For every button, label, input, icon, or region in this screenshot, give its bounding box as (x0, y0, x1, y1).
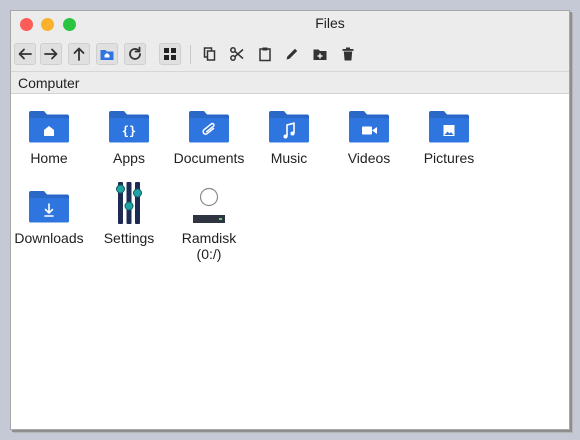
settings-sliders-icon (116, 182, 142, 224)
item-label: Music (270, 150, 308, 166)
item-apps[interactable]: {} Apps (90, 105, 168, 166)
scissors-icon (230, 47, 244, 61)
home-folder-icon (100, 50, 114, 60)
item-pictures[interactable]: Pictures (410, 105, 488, 166)
folder-plus-icon (313, 49, 327, 60)
item-documents[interactable]: Documents (170, 105, 248, 166)
rename-button[interactable] (281, 43, 303, 65)
item-videos[interactable]: Videos (330, 105, 408, 166)
item-label: Apps (113, 150, 145, 166)
item-music[interactable]: Music (250, 105, 328, 166)
documents-folder-icon (189, 111, 229, 143)
copy-icon (203, 47, 216, 61)
view-mode-button[interactable] (159, 43, 181, 65)
delete-button[interactable] (337, 43, 359, 65)
item-label: Videos (347, 150, 391, 166)
item-label: Ramdisk (0:/) (181, 230, 237, 262)
back-button[interactable] (14, 43, 36, 65)
drive-icon (193, 184, 225, 224)
copy-button[interactable] (199, 43, 221, 65)
cut-button[interactable] (226, 43, 248, 65)
home-button[interactable] (96, 43, 118, 65)
grid-view-icon (164, 48, 176, 60)
item-ramdisk[interactable]: Ramdisk (0:/) (170, 184, 248, 262)
pictures-folder-icon (429, 111, 469, 143)
paste-button[interactable] (254, 43, 276, 65)
up-button[interactable] (68, 43, 90, 65)
music-folder-icon (269, 111, 309, 143)
item-label: Settings (103, 230, 155, 246)
toolbar (11, 38, 569, 72)
arrow-right-icon (44, 48, 58, 60)
item-downloads[interactable]: Downloads (11, 185, 88, 246)
new-folder-button[interactable] (309, 43, 331, 65)
forward-button[interactable] (40, 43, 62, 65)
item-settings[interactable]: Settings (90, 182, 168, 246)
toolbar-separator (190, 45, 191, 64)
apps-folder-icon: {} (109, 111, 149, 143)
item-label: Documents (173, 150, 245, 166)
clipboard-icon (259, 47, 271, 62)
item-label: Home (30, 150, 68, 166)
item-home[interactable]: Home (11, 105, 88, 166)
refresh-icon (129, 46, 141, 60)
files-window: Files Computer Home {} Apps Documents Mu… (10, 10, 570, 430)
svg-text:{}: {} (122, 124, 136, 138)
item-label: Pictures (423, 150, 475, 166)
path-bar[interactable]: Computer (11, 72, 569, 94)
file-grid: Home {} Apps Documents Music Videos Pict… (11, 95, 569, 429)
window-title: Files (315, 15, 345, 31)
title-bar[interactable]: Files (11, 11, 569, 38)
refresh-button[interactable] (124, 43, 146, 65)
arrow-left-icon (18, 48, 32, 60)
item-label: Downloads (14, 230, 84, 246)
downloads-folder-icon (29, 191, 69, 223)
videos-folder-icon (349, 111, 389, 143)
arrow-up-icon (73, 47, 85, 61)
home-folder-icon (29, 111, 69, 143)
pencil-icon (286, 48, 298, 60)
trash-icon (342, 47, 354, 61)
